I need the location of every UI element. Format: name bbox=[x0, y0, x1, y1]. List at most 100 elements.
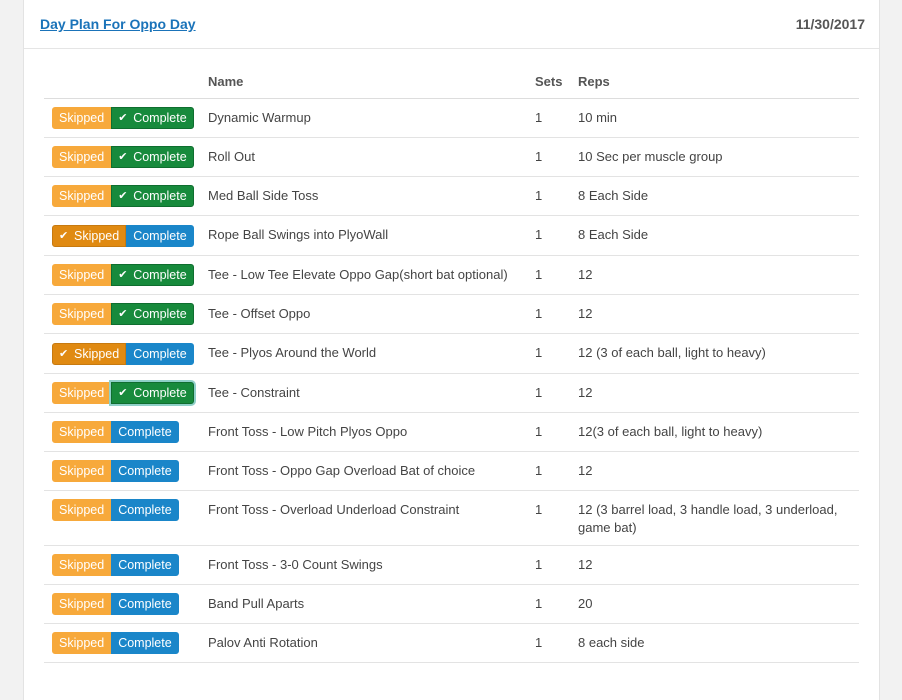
complete-button[interactable]: ✔ Complete bbox=[111, 107, 194, 129]
day-plan-panel: Day Plan For Oppo Day 11/30/2017 Name Se… bbox=[23, 0, 880, 700]
exercise-row: Skipped Complete Front Toss - Overload Un… bbox=[44, 490, 859, 546]
exercise-name: Front Toss - Overload Underload Constrai… bbox=[200, 490, 527, 546]
complete-label: Complete bbox=[118, 636, 172, 650]
complete-button[interactable]: Complete bbox=[111, 632, 179, 654]
exercise-row: Skipped Complete Front Toss - 3-0 Count S… bbox=[44, 545, 859, 585]
exercise-name: Front Toss - 3-0 Count Swings bbox=[200, 545, 527, 585]
exercise-row: Skipped Complete Front Toss - Low Pitch P… bbox=[44, 412, 859, 452]
complete-label: Complete bbox=[118, 558, 172, 572]
action-cell: Skipped ✔ Complete bbox=[44, 294, 200, 334]
exercise-reps: 12 bbox=[570, 451, 859, 491]
sets-column-header: Sets bbox=[527, 64, 570, 99]
skipped-button[interactable]: Skipped bbox=[52, 554, 112, 576]
day-plan-title-link[interactable]: Day Plan For Oppo Day bbox=[40, 16, 196, 32]
skip-complete-toggle: Skipped ✔ Complete bbox=[52, 185, 194, 207]
complete-button[interactable]: Complete bbox=[111, 499, 179, 521]
complete-button[interactable]: Complete bbox=[126, 343, 194, 365]
skipped-label: Skipped bbox=[59, 558, 105, 572]
skipped-label: Skipped bbox=[59, 503, 105, 517]
exercise-row: Skipped ✔ Complete Tee - Constraint 1 12 bbox=[44, 373, 859, 413]
skipped-button[interactable]: Skipped bbox=[52, 146, 112, 168]
skipped-label: Skipped bbox=[59, 386, 105, 400]
skipped-label: Skipped bbox=[59, 464, 105, 478]
exercise-name: Med Ball Side Toss bbox=[200, 176, 527, 216]
exercise-name: Tee - Plyos Around the World bbox=[200, 333, 527, 374]
exercise-reps: 8 Each Side bbox=[570, 215, 859, 256]
skipped-label: Skipped bbox=[59, 307, 105, 321]
complete-button[interactable]: Complete bbox=[126, 225, 194, 247]
skipped-button[interactable]: Skipped bbox=[52, 421, 112, 443]
exercise-row: Skipped Complete Palov Anti Rotation 1 8 … bbox=[44, 623, 859, 663]
exercise-row: Skipped ✔ Complete Med Ball Side Toss 1 8 … bbox=[44, 176, 859, 216]
skipped-button[interactable]: Skipped bbox=[52, 499, 112, 521]
complete-button[interactable]: Complete bbox=[111, 421, 179, 443]
skip-complete-toggle: Skipped ✔ Complete bbox=[52, 382, 194, 404]
action-cell: Skipped Complete bbox=[44, 490, 200, 546]
complete-label: Complete bbox=[133, 189, 187, 203]
complete-button[interactable]: Complete bbox=[111, 460, 179, 482]
complete-button[interactable]: ✔ Complete bbox=[111, 264, 194, 286]
skipped-button[interactable]: ✔ Skipped bbox=[52, 225, 127, 247]
check-icon: ✔ bbox=[118, 387, 128, 399]
exercise-sets: 1 bbox=[527, 490, 570, 546]
action-cell: Skipped Complete bbox=[44, 451, 200, 491]
skip-complete-toggle: Skipped Complete bbox=[52, 554, 179, 576]
complete-button[interactable]: ✔ Complete bbox=[111, 146, 194, 168]
exercise-reps: 12 bbox=[570, 545, 859, 585]
exercise-sets: 1 bbox=[527, 294, 570, 334]
complete-button[interactable]: Complete bbox=[111, 593, 179, 615]
action-cell: ✔ Skipped Complete bbox=[44, 333, 200, 374]
skipped-label: Skipped bbox=[59, 150, 105, 164]
exercise-reps: 12(3 of each ball, light to heavy) bbox=[570, 412, 859, 452]
skipped-button[interactable]: Skipped bbox=[52, 303, 112, 325]
skipped-label: Skipped bbox=[74, 229, 120, 243]
skipped-button[interactable]: Skipped bbox=[52, 632, 112, 654]
complete-button[interactable]: ✔ Complete bbox=[111, 382, 194, 404]
complete-button[interactable]: Complete bbox=[111, 554, 179, 576]
exercise-sets: 1 bbox=[527, 137, 570, 177]
complete-label: Complete bbox=[133, 347, 187, 361]
exercise-sets: 1 bbox=[527, 412, 570, 452]
exercise-row: Skipped ✔ Complete Tee - Low Tee Elevate O… bbox=[44, 255, 859, 295]
skip-complete-toggle: Skipped ✔ Complete bbox=[52, 264, 194, 286]
skipped-button[interactable]: Skipped bbox=[52, 382, 112, 404]
skipped-label: Skipped bbox=[59, 636, 105, 650]
action-cell: Skipped Complete bbox=[44, 584, 200, 624]
exercise-sets: 1 bbox=[527, 98, 570, 138]
skipped-button[interactable]: ✔ Skipped bbox=[52, 343, 127, 365]
exercise-table: Name Sets Reps Skipped ✔ Complete Dynamic … bbox=[44, 64, 859, 663]
action-cell: Skipped ✔ Complete bbox=[44, 373, 200, 413]
exercise-row: Skipped ✔ Complete Roll Out 1 10 Sec per m… bbox=[44, 137, 859, 177]
exercise-sets: 1 bbox=[527, 545, 570, 585]
complete-label: Complete bbox=[133, 386, 187, 400]
exercise-sets: 1 bbox=[527, 373, 570, 413]
exercise-reps: 10 Sec per muscle group bbox=[570, 137, 859, 177]
skipped-label: Skipped bbox=[59, 268, 105, 282]
exercise-sets: 1 bbox=[527, 255, 570, 295]
exercise-sets: 1 bbox=[527, 451, 570, 491]
complete-label: Complete bbox=[133, 111, 187, 125]
check-icon: ✔ bbox=[59, 230, 69, 242]
complete-label: Complete bbox=[133, 150, 187, 164]
exercise-name: Tee - Offset Oppo bbox=[200, 294, 527, 334]
exercise-reps: 12 bbox=[570, 294, 859, 334]
exercise-reps: 10 min bbox=[570, 98, 859, 138]
complete-button[interactable]: ✔ Complete bbox=[111, 185, 194, 207]
exercise-sets: 1 bbox=[527, 623, 570, 663]
skipped-label: Skipped bbox=[59, 425, 105, 439]
skipped-button[interactable]: Skipped bbox=[52, 264, 112, 286]
check-icon: ✔ bbox=[118, 112, 128, 124]
exercise-sets: 1 bbox=[527, 333, 570, 374]
skip-complete-toggle: ✔ Skipped Complete bbox=[52, 343, 194, 365]
action-cell: Skipped ✔ Complete bbox=[44, 98, 200, 138]
complete-button[interactable]: ✔ Complete bbox=[111, 303, 194, 325]
skipped-button[interactable]: Skipped bbox=[52, 593, 112, 615]
reps-column-header: Reps bbox=[570, 64, 859, 99]
skipped-button[interactable]: Skipped bbox=[52, 185, 112, 207]
exercise-reps: 12 bbox=[570, 255, 859, 295]
skipped-button[interactable]: Skipped bbox=[52, 107, 112, 129]
exercise-name: Rope Ball Swings into PlyoWall bbox=[200, 215, 527, 256]
exercise-row: Skipped ✔ Complete Dynamic Warmup 1 10 min bbox=[44, 98, 859, 138]
skipped-button[interactable]: Skipped bbox=[52, 460, 112, 482]
exercise-name: Band Pull Aparts bbox=[200, 584, 527, 624]
